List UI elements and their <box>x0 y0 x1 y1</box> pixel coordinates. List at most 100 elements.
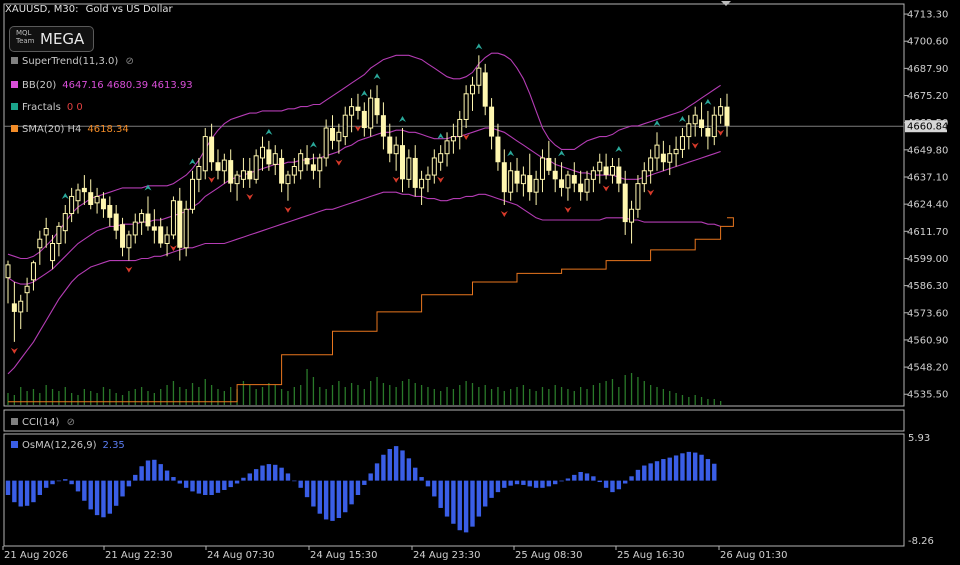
chart-title: XAUUSD, M30: Gold vs US Dollar <box>5 4 173 15</box>
legend-supertrend[interactable]: SuperTrend(11,3.0) ⊘ <box>11 56 134 67</box>
fractal-up-marker <box>475 43 483 50</box>
osma-bar <box>432 480 437 497</box>
candle-body-up <box>349 106 355 116</box>
candle-body-up <box>629 208 635 223</box>
candle-body-up <box>463 93 469 120</box>
legend-bb[interactable]: BB(20) 4647.16 4680.39 4613.93 <box>11 80 193 91</box>
main-pane-border <box>3 3 905 407</box>
osma-bar <box>616 480 622 490</box>
candle-body-up <box>291 166 297 176</box>
osma-bar <box>565 478 571 481</box>
badge-line2: Team <box>16 37 35 45</box>
candle-body-down <box>374 98 380 116</box>
osma-bar <box>368 473 373 481</box>
osma-min-label: -8.26 <box>908 536 934 547</box>
osma-bar <box>228 480 233 488</box>
candle-body-up <box>584 178 590 193</box>
osma-bar <box>343 480 348 513</box>
osma-bar <box>107 480 113 514</box>
fractal-up-marker <box>309 141 317 148</box>
candle-body-up <box>202 136 208 172</box>
candle-body-down <box>361 110 367 129</box>
osma-bar <box>705 459 711 481</box>
fractal-down-marker <box>717 129 725 136</box>
legend-sma[interactable]: SMA(20) H4 4618.34 <box>11 124 129 135</box>
candle-body-up <box>50 242 56 262</box>
osma-bar <box>145 460 151 481</box>
candle-body-down <box>527 175 533 193</box>
candle-body-down <box>387 136 393 154</box>
candle-body-up <box>431 157 437 176</box>
candle-body-down <box>113 213 119 231</box>
candle-body-up <box>476 67 482 86</box>
fractal-down-marker <box>10 347 18 354</box>
price-tick-label: 4713.30 <box>907 10 948 21</box>
legend-label: BB(20) <box>22 80 57 91</box>
osma-bar <box>648 463 653 481</box>
sma-h4-path <box>8 217 734 403</box>
candle-body-down <box>399 145 405 180</box>
candle-body-down <box>100 198 106 210</box>
candle-body-up <box>469 84 475 95</box>
candle-body-down <box>310 164 316 171</box>
candle-body-up <box>406 157 412 180</box>
legend-fractals[interactable]: Fractals 0 0 <box>11 102 83 113</box>
osma-bar <box>591 476 596 481</box>
osma-bar <box>393 446 399 481</box>
candle-body-up <box>444 140 450 155</box>
candle-body-up <box>641 170 647 185</box>
osma-bar <box>285 473 291 481</box>
osma-bar <box>514 480 520 485</box>
osma-bar <box>196 480 202 494</box>
osma-max-label: 5.93 <box>908 433 930 444</box>
time-tick-label: 21 Aug 22:30 <box>105 550 172 561</box>
axes: 4713.304700.604687.904675.204662.504649.… <box>2 10 948 561</box>
osma-bar <box>629 476 634 481</box>
candle-body-up <box>234 174 240 185</box>
badge-caption: MQL Team <box>16 29 35 45</box>
candle-body-up <box>450 136 456 142</box>
candle-body-down <box>578 183 584 193</box>
legend-cci[interactable]: CCI(14) ⊘ <box>11 417 75 428</box>
candle-body-down <box>380 115 386 137</box>
candle-body-up <box>457 118 463 138</box>
candle-body-down <box>81 187 87 193</box>
sma-h4-line <box>8 217 734 403</box>
candle-body-up <box>30 262 36 281</box>
osma-bar <box>88 480 93 510</box>
osma-bar <box>457 480 462 531</box>
candle-body-up <box>62 213 68 232</box>
osma-bar <box>673 455 679 481</box>
osma-bar <box>336 480 342 519</box>
candle-body-up <box>673 148 679 155</box>
legend-swatch <box>11 441 18 448</box>
eye-off-icon[interactable]: ⊘ <box>67 417 75 428</box>
osma-bar <box>203 480 208 496</box>
fractal-up-marker <box>373 73 381 80</box>
osma-bar <box>234 480 240 484</box>
candle-body-down <box>501 162 507 193</box>
candle-body-down <box>266 149 272 165</box>
fractal-up-marker <box>61 193 69 199</box>
candle-body-down <box>11 303 17 312</box>
current-price-label: 4660.84 <box>907 122 948 133</box>
candle-body-down <box>699 119 705 129</box>
osma-bar <box>330 480 335 521</box>
candle-body-down <box>724 106 730 126</box>
fractal-up-marker <box>615 145 623 152</box>
legend-osma[interactable]: OsMA(12,26,9) 2.35 <box>11 440 125 451</box>
osma-bar <box>298 480 303 488</box>
osma-bar <box>463 480 469 533</box>
osma-bar <box>502 480 507 488</box>
eye-off-icon[interactable]: ⊘ <box>125 56 133 67</box>
symbol-timeframe: XAUUSD, M30: <box>5 4 79 15</box>
candle-body-up <box>94 195 100 204</box>
candle-body-down <box>495 136 501 163</box>
price-tick-label: 4637.10 <box>907 172 948 183</box>
candle-body-down <box>279 157 285 184</box>
symbol-description: Gold vs US Dollar <box>85 4 173 15</box>
candle-body-up <box>190 178 196 210</box>
osma-bar <box>425 480 431 487</box>
osma-bar <box>139 466 144 481</box>
osma-bar <box>273 464 278 481</box>
